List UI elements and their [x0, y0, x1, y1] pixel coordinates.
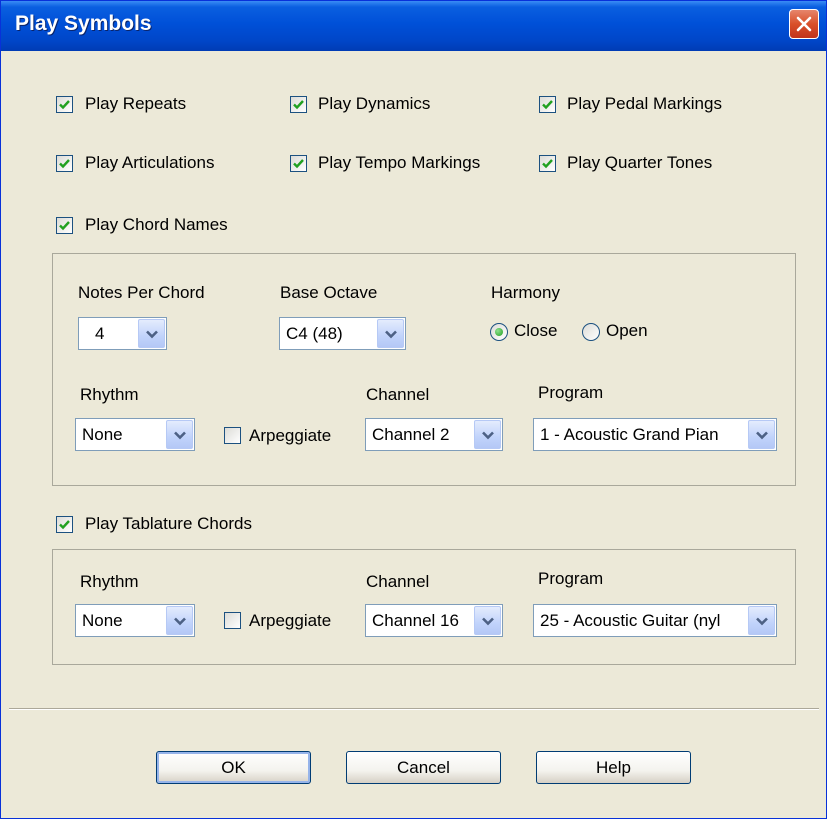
- checkmark-icon: [293, 100, 304, 110]
- play-quarter-tones-label[interactable]: Play Quarter Tones: [567, 153, 712, 173]
- checkmark-icon: [59, 100, 70, 110]
- checkmark-icon: [59, 159, 70, 169]
- channel-value: Channel 2: [372, 425, 450, 444]
- ok-button[interactable]: OK: [156, 751, 311, 784]
- tab-rhythm-label: Rhythm: [80, 572, 139, 591]
- program-select[interactable]: 1 - Acoustic Grand Pian: [533, 418, 777, 451]
- play-pedal-markings-checkbox[interactable]: [539, 96, 556, 113]
- program-label: Program: [538, 383, 604, 402]
- play-tempo-markings-label[interactable]: Play Tempo Markings: [318, 153, 480, 173]
- play-articulations-checkbox[interactable]: [56, 155, 73, 172]
- play-dynamics-label[interactable]: Play Dynamics: [318, 94, 430, 114]
- rhythm-select[interactable]: None: [75, 418, 195, 451]
- close-button[interactable]: [789, 9, 819, 39]
- channel-label: Channel: [366, 385, 430, 404]
- dropdown-button[interactable]: [748, 420, 775, 449]
- program-value: 1 - Acoustic Grand Pian: [540, 425, 719, 444]
- ok-button-label: OK: [221, 758, 246, 777]
- harmony-close-label[interactable]: Close: [514, 321, 557, 341]
- dropdown-button[interactable]: [474, 606, 501, 635]
- chevron-down-icon: [756, 617, 768, 626]
- checkmark-icon: [542, 100, 553, 110]
- help-button-label: Help: [596, 758, 631, 777]
- tab-program-label: Program: [538, 569, 604, 588]
- chord-names-group: Notes Per Chord 4 Base Octave C4 (48) Ha…: [52, 253, 796, 486]
- tab-arpeggiate-label[interactable]: Arpeggiate: [249, 611, 331, 631]
- play-tablature-chords-label[interactable]: Play Tablature Chords: [85, 514, 252, 534]
- harmony-close-radio[interactable]: [490, 323, 508, 341]
- checkmark-icon: [293, 159, 304, 169]
- chevron-down-icon: [174, 431, 186, 440]
- dropdown-button[interactable]: [748, 606, 775, 635]
- notes-per-chord-select[interactable]: 4: [78, 317, 167, 350]
- chevron-down-icon: [174, 617, 186, 626]
- play-quarter-tones-checkbox[interactable]: [539, 155, 556, 172]
- channel-select[interactable]: Channel 2: [365, 418, 503, 451]
- rhythm-value: None: [82, 425, 123, 444]
- tab-channel-label: Channel: [366, 572, 430, 591]
- tab-rhythm-value: None: [82, 611, 123, 630]
- arpeggiate-label[interactable]: Arpeggiate: [249, 426, 331, 446]
- window-title: Play Symbols: [15, 12, 152, 35]
- tablature-chords-group: Rhythm None Arpeggiate Channel Channel 1…: [52, 549, 796, 665]
- separator: [9, 708, 819, 710]
- play-repeats-label[interactable]: Play Repeats: [85, 94, 186, 114]
- dropdown-button[interactable]: [377, 319, 404, 348]
- play-tablature-chords-checkbox[interactable]: [56, 516, 73, 533]
- play-tempo-markings-checkbox[interactable]: [290, 155, 307, 172]
- base-octave-select[interactable]: C4 (48): [279, 317, 406, 350]
- cancel-button-label: Cancel: [397, 758, 450, 777]
- play-articulations-label[interactable]: Play Articulations: [85, 153, 214, 173]
- dropdown-button[interactable]: [166, 606, 193, 635]
- help-button[interactable]: Help: [536, 751, 691, 784]
- base-octave-value: C4 (48): [286, 324, 343, 343]
- harmony-open-label[interactable]: Open: [606, 321, 648, 341]
- play-dynamics-checkbox[interactable]: [290, 96, 307, 113]
- play-repeats-checkbox[interactable]: [56, 96, 73, 113]
- title-bar[interactable]: Play Symbols: [1, 1, 826, 51]
- play-chord-names-label[interactable]: Play Chord Names: [85, 215, 228, 235]
- base-octave-label: Base Octave: [280, 283, 378, 302]
- checkmark-icon: [542, 159, 553, 169]
- harmony-open-radio[interactable]: [582, 323, 600, 341]
- checkmark-icon: [59, 221, 70, 231]
- chevron-down-icon: [756, 431, 768, 440]
- close-icon: [796, 16, 812, 32]
- tab-program-select[interactable]: 25 - Acoustic Guitar (nyl: [533, 604, 777, 637]
- tab-program-value: 25 - Acoustic Guitar (nyl: [540, 611, 721, 630]
- tab-rhythm-select[interactable]: None: [75, 604, 195, 637]
- dropdown-button[interactable]: [166, 420, 193, 449]
- tab-channel-select[interactable]: Channel 16: [365, 604, 503, 637]
- cancel-button[interactable]: Cancel: [346, 751, 501, 784]
- tab-channel-value: Channel 16: [372, 611, 459, 630]
- arpeggiate-checkbox[interactable]: [224, 427, 241, 444]
- chevron-down-icon: [482, 617, 494, 626]
- play-symbols-dialog: Play Symbols Play Repeats Play Dynamics …: [0, 0, 827, 819]
- chevron-down-icon: [146, 330, 158, 339]
- checkmark-icon: [59, 520, 70, 530]
- notes-per-chord-label: Notes Per Chord: [78, 283, 205, 302]
- dropdown-button[interactable]: [138, 319, 165, 348]
- notes-per-chord-value: 4: [95, 324, 105, 343]
- chevron-down-icon: [482, 431, 494, 440]
- tab-arpeggiate-checkbox[interactable]: [224, 612, 241, 629]
- rhythm-label: Rhythm: [80, 385, 139, 404]
- dropdown-button[interactable]: [474, 420, 501, 449]
- chevron-down-icon: [385, 330, 397, 339]
- radio-selected-dot: [495, 328, 503, 336]
- play-pedal-markings-label[interactable]: Play Pedal Markings: [567, 94, 722, 114]
- play-chord-names-checkbox[interactable]: [56, 217, 73, 234]
- harmony-label: Harmony: [491, 283, 560, 302]
